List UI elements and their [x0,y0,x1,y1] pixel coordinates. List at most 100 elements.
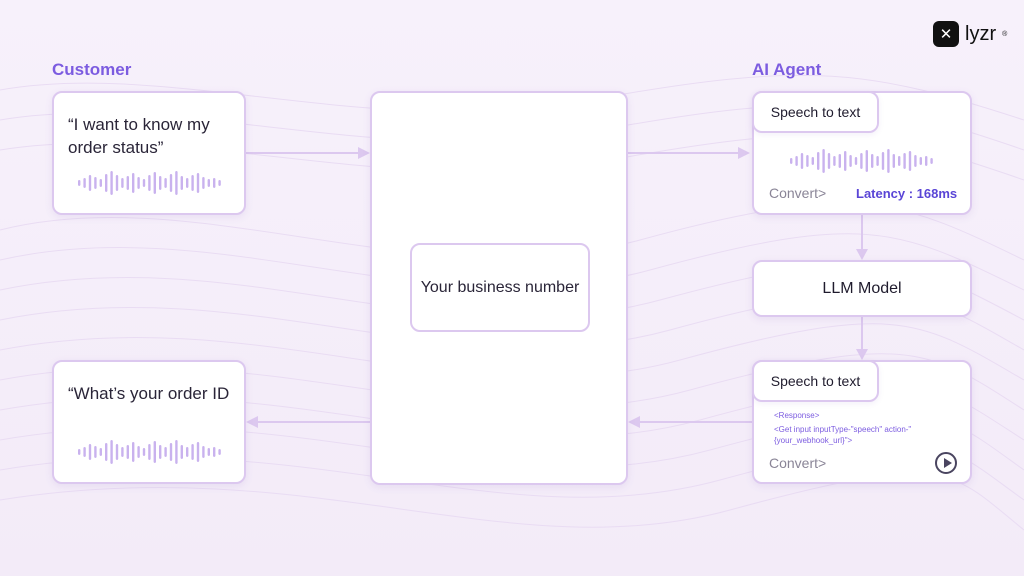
play-icon[interactable] [935,452,957,474]
waveform-icon [78,171,221,195]
waveform-bar [860,153,863,169]
waveform-bar [800,153,804,169]
brand-trademark: ® [1002,30,1008,38]
waveform-bar [115,175,119,191]
waveform-bar [83,447,86,457]
waveform-bar [175,171,178,195]
waveform-bar [207,179,210,187]
waveform-bar [903,153,906,169]
waveform-bar [137,446,140,458]
waveform-bar [110,440,113,464]
response-card: Speech to text <Response> <Get input inp… [752,360,972,484]
waveform-bar [827,153,831,169]
lyzr-logo: ✕ lyzr ® [933,21,1007,47]
waveform-bar [110,171,113,195]
waveform-bar [919,157,922,165]
waveform-bar [833,156,836,166]
business-number-box: Your business number [410,243,590,332]
waveform-bar [88,175,92,191]
waveform-icon [790,149,933,173]
response-code-tag: <Response> [774,411,820,420]
waveform-bar [876,156,879,166]
waveform-bar [202,177,205,189]
waveform-bar [838,154,841,168]
customer-response-text: “What’s your order ID [68,384,230,403]
waveform-bar [213,178,216,188]
customer-request-card: “I want to know my order status” [52,91,246,215]
waveform-bar [94,446,97,458]
waveform-bar [892,154,895,168]
waveform-bar [126,445,129,459]
waveform-bar [88,444,92,460]
response-speech-label: Speech to text [752,360,879,402]
waveform-bar [169,174,173,192]
waveform-bar [202,446,205,458]
waveform-bar [196,173,200,193]
waveform-bar [78,180,81,186]
waveform-icon [78,440,221,464]
waveform-bar [196,442,200,462]
waveform-bar [887,149,890,173]
waveform-bar [914,155,917,167]
waveform-bar [881,152,885,170]
waveform-bar [898,156,901,166]
waveform-bar [132,173,135,193]
waveform-bar [159,445,162,459]
waveform-bar [99,448,102,456]
waveform-bar [153,172,156,194]
customer-title: Customer [52,60,132,79]
waveform-bar [213,447,216,457]
response-code-line: <Get input inputType-"speech" action-" [774,425,912,434]
waveform-bar [132,442,135,462]
waveform-bar [795,156,798,166]
speech-to-text-label: Speech to text [752,91,879,133]
agent-title: AI Agent [752,60,822,79]
response-code-url: {your_webhook_url}"> [774,436,853,445]
waveform-bar [186,447,189,457]
waveform-bar [218,449,221,455]
convert-link[interactable]: Convert> [769,455,826,471]
waveform-bar [871,154,874,168]
waveform-bar [121,178,124,188]
waveform-bar [159,176,162,190]
business-phone-card: Your business number [370,91,628,485]
waveform-bar [207,448,210,456]
lyzr-logo-icon: ✕ [933,21,959,47]
waveform-bar [175,440,178,464]
brand-name: lyzr [965,22,997,45]
waveform-bar [121,447,124,457]
waveform-bar [930,158,933,164]
waveform-bar [83,178,86,188]
customer-response-card: “What’s your order ID [52,360,246,484]
waveform-bar [806,155,809,167]
waveform-bar [169,443,173,461]
waveform-bar [790,158,793,164]
waveform-bar [164,447,167,457]
waveform-bar [94,177,97,189]
llm-model-label: LLM Model [822,279,902,297]
waveform-bar [99,179,102,187]
waveform-bar [180,176,183,190]
waveform-bar [105,174,108,192]
waveform-bar [186,178,189,188]
waveform-bar [115,444,119,460]
waveform-bar [908,151,912,171]
waveform-bar [191,444,194,460]
convert-link[interactable]: Convert> [769,185,826,201]
latency-readout: Latency : 168ms [856,186,958,201]
waveform-bar [180,445,183,459]
waveform-bar [822,149,825,173]
waveform-bar [164,178,167,188]
waveform-bar [854,157,858,165]
waveform-bar [844,151,847,171]
waveform-bar [142,179,146,187]
waveform-bar [148,175,151,191]
waveform-bar [137,177,140,189]
waveform-bar [153,441,156,463]
waveform-bar [925,156,928,166]
speech-to-text-card: Speech to text Convert> Latency : 168ms [752,91,972,215]
waveform-bar [817,152,820,170]
waveform-bar [849,155,852,167]
waveform-bar [126,176,129,190]
customer-request-text: “I want to know my order status” [68,115,210,157]
